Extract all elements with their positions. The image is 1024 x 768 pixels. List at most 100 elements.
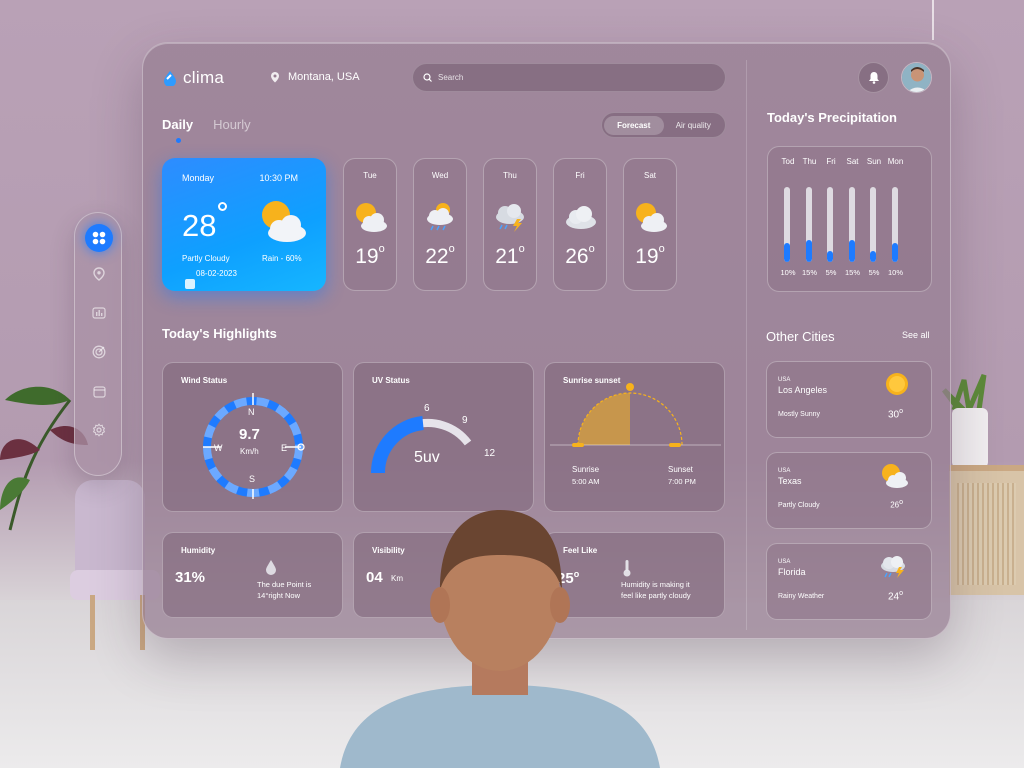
notifications-button[interactable] xyxy=(858,62,889,93)
compass-east: E xyxy=(281,443,288,453)
droplet-icon xyxy=(266,560,276,575)
humidity-card[interactable]: Humidity 31% The due Point is 14°right N… xyxy=(162,532,343,618)
card-title: Humidity xyxy=(181,546,216,555)
forecast-card[interactable]: Sat 19o xyxy=(623,158,677,291)
calendar-icon xyxy=(92,385,106,398)
location-pin-icon xyxy=(271,72,279,83)
dashboard-nav-button[interactable] xyxy=(85,224,113,252)
precip-day: Thu xyxy=(802,157,817,166)
city-temp: 30o xyxy=(887,408,903,421)
today-condition: Partly Cloudy xyxy=(182,254,230,263)
humidity-value: 31% xyxy=(175,569,206,586)
settings-nav-button[interactable] xyxy=(85,416,113,444)
compass-west: W xyxy=(214,443,223,453)
person-image xyxy=(340,510,660,768)
map-nav-button[interactable] xyxy=(85,260,113,288)
search-input[interactable] xyxy=(438,73,698,82)
partly-cloudy-icon xyxy=(356,203,387,232)
forecast-day: Fri xyxy=(575,171,585,180)
uv-status-card[interactable]: UV Status 6 9 12 5uv xyxy=(353,362,534,512)
forecast-card[interactable]: Tue 19o xyxy=(343,158,397,291)
location-text: Montana, USA xyxy=(288,71,360,83)
precip-bar-fill xyxy=(784,243,790,262)
precip-bar-fill xyxy=(870,250,876,262)
see-all-link[interactable]: See all xyxy=(902,330,930,340)
city-card[interactable]: USA Los Angeles Mostly Sunny 30o xyxy=(766,361,932,438)
sun-icon xyxy=(886,373,908,395)
precip-column: Sat 15% xyxy=(841,157,865,277)
precip-bar-fill xyxy=(805,239,812,262)
toggle-forecast[interactable]: Forecast xyxy=(604,115,664,135)
radar-icon xyxy=(92,345,106,359)
rain-sun-icon xyxy=(427,203,453,231)
precipitation-chart: Tod 10% Thu 15% Fri 5% Sat 15% Sun 5% Mon 10% xyxy=(767,146,932,292)
search-icon xyxy=(423,73,432,82)
forecast-temp: 19o xyxy=(355,243,385,268)
app-name: clima xyxy=(183,68,225,87)
precip-bar-fill xyxy=(827,250,833,262)
sunrise-sunset-card[interactable]: Sunrise sunset Sunrise 5:00 AM Sunset 7:… xyxy=(544,362,725,512)
active-tab-indicator xyxy=(176,138,181,143)
city-card[interactable]: USA Texas Partly Cloudy 26o xyxy=(766,452,932,529)
gear-icon xyxy=(92,423,106,437)
calendar-nav-button[interactable] xyxy=(85,377,113,405)
city-name: Texas xyxy=(778,476,802,486)
precip-value: 10% xyxy=(887,268,903,277)
precip-column: Thu 15% xyxy=(798,157,822,277)
app-logo[interactable]: clima xyxy=(162,68,224,88)
toggle-air-quality[interactable]: Air quality xyxy=(664,116,724,135)
tab-daily[interactable]: Daily xyxy=(162,117,193,132)
view-toggle: Forecast Air quality xyxy=(601,112,726,138)
forecast-day: Sat xyxy=(643,171,656,180)
sunset-label: Sunset xyxy=(668,465,693,474)
city-country: USA xyxy=(778,468,791,474)
precip-column: Mon 10% xyxy=(884,157,908,277)
precip-bar xyxy=(848,187,855,262)
city-condition: Partly Cloudy xyxy=(778,502,820,509)
city-country: USA xyxy=(778,559,791,565)
logo-icon xyxy=(164,71,176,86)
city-condition: Rainy Weather xyxy=(778,593,825,600)
precip-day: Tod xyxy=(781,157,795,166)
forecast-card[interactable]: Thu 21o xyxy=(483,158,537,291)
stats-nav-button[interactable] xyxy=(85,299,113,327)
city-name: Los Angeles xyxy=(778,385,828,395)
precip-column: Fri 5% xyxy=(819,157,843,277)
city-card[interactable]: USA Florida Rainy Weather 24o xyxy=(766,543,932,620)
precip-bar xyxy=(805,187,812,262)
search-bar[interactable] xyxy=(412,63,726,92)
card-title: UV Status xyxy=(372,376,410,385)
compass-north: N xyxy=(248,407,255,417)
compass-south: S xyxy=(249,474,256,484)
highlights-title: Today's Highlights xyxy=(162,326,277,341)
wind-status-card[interactable]: Wind Status N S W E 9.7 Km/h xyxy=(162,362,343,512)
uv-tick-9: 9 xyxy=(462,415,468,426)
humidity-note: 14°right Now xyxy=(257,591,301,600)
today-day: Monday xyxy=(182,173,215,183)
precipitation-title: Today's Precipitation xyxy=(767,110,897,125)
forecast-temp: 22o xyxy=(425,243,455,268)
today-rain: Rain - 60% xyxy=(262,254,302,263)
location-selector[interactable]: Montana, USA xyxy=(270,71,360,83)
radar-nav-button[interactable] xyxy=(85,338,113,366)
tab-hourly[interactable]: Hourly xyxy=(213,117,251,132)
precip-day: Sun xyxy=(866,157,882,166)
user-avatar[interactable] xyxy=(901,62,932,93)
sun-path-chart xyxy=(550,383,721,447)
precip-day: Fri xyxy=(826,157,836,166)
bar-chart-icon xyxy=(92,307,106,319)
panel-divider xyxy=(746,60,747,630)
city-temp: 26o xyxy=(890,499,903,510)
forecast-card[interactable]: Fri 26o xyxy=(553,158,607,291)
precip-bar xyxy=(891,187,898,262)
wind-speed-unit: Km/h xyxy=(240,447,259,456)
today-card[interactable]: Monday 10:30 PM 28 Partly Cloudy Rain - … xyxy=(162,158,326,291)
sunrise-label: Sunrise xyxy=(572,465,600,474)
city-condition: Mostly Sunny xyxy=(778,411,821,418)
humidity-note: The due Point is xyxy=(257,580,312,589)
precip-bar xyxy=(827,187,833,262)
forecast-temp: 26o xyxy=(565,243,595,268)
forecast-card[interactable]: Wed 22o xyxy=(413,158,467,291)
today-date: 08-02-2023 xyxy=(196,269,237,278)
calendar-icon xyxy=(185,279,195,289)
